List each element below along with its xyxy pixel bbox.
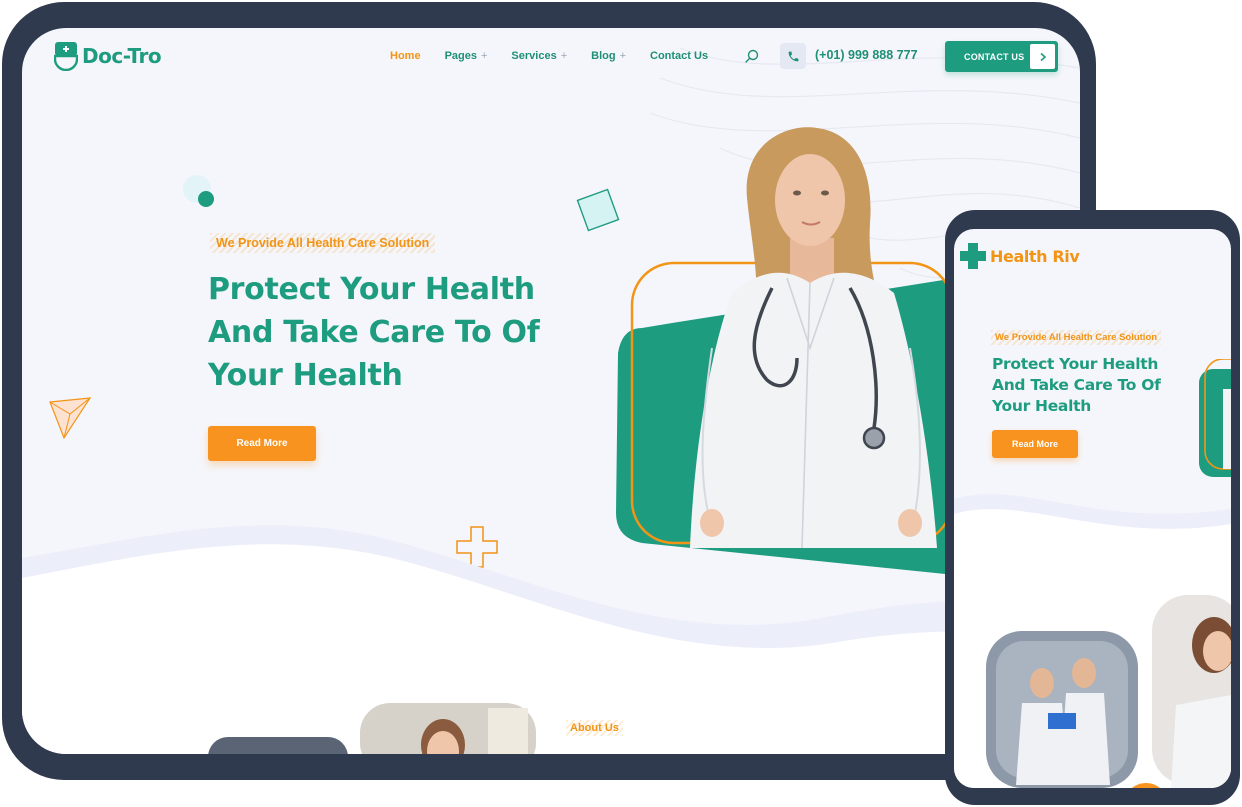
phone-icon-box <box>780 43 806 69</box>
logo-mark-icon <box>54 42 78 71</box>
tablet-screen: Doc-Tro Home Pages + Services + Blog + Cont… <box>22 28 1080 754</box>
triangle-decoration <box>49 397 92 440</box>
nav-blog-label: Blog <box>591 50 616 62</box>
nav-pages[interactable]: Pages + <box>445 50 488 62</box>
brand-logo[interactable]: Doc-Tro <box>54 41 162 71</box>
nav-contact-label: Contact Us <box>650 50 709 62</box>
phone-number[interactable]: (+01) 999 888 777 <box>815 48 918 62</box>
device-mockup-stage: Doc-Tro Home Pages + Services + Blog + Cont… <box>0 0 1242 807</box>
plus-icon: + <box>619 50 627 62</box>
main-nav: Home Pages + Services + Blog + Contact Us <box>390 50 732 62</box>
contact-us-button[interactable]: CONTACT US <box>945 41 1058 72</box>
phone-frame: Health Riv We Provide All Health Care So… <box>945 210 1240 805</box>
medical-cross-logo-icon <box>960 243 986 269</box>
wave-divider <box>22 525 1080 754</box>
phone-hero-tagline: We Provide All Health Care Solution <box>991 330 1162 345</box>
nav-services[interactable]: Services + <box>511 50 567 62</box>
nav-home[interactable]: Home <box>390 50 421 62</box>
nav-services-label: Services <box>511 50 557 62</box>
phone-hero-image-edge <box>1199 359 1231 477</box>
tablet-frame: Doc-Tro Home Pages + Services + Blog + Cont… <box>2 2 1096 780</box>
nav-contact-us[interactable]: Contact Us <box>650 50 708 62</box>
phone-icon <box>788 51 798 61</box>
about-us-label: About Us <box>566 720 623 736</box>
phone-about-images <box>986 595 1231 788</box>
hero-title: Protect Your Health And Take Care To Of … <box>208 272 540 393</box>
chevron-right-icon <box>1030 44 1055 69</box>
contact-us-button-label: CONTACT US <box>964 51 1025 62</box>
phone-read-more-button[interactable]: Read More <box>992 430 1078 458</box>
search-icon[interactable] <box>744 48 760 64</box>
nav-blog[interactable]: Blog + <box>591 50 626 62</box>
plus-icon: + <box>480 50 488 62</box>
about-images-preview <box>208 703 536 754</box>
hero-tagline: We Provide All Health Care Solution <box>210 233 436 253</box>
phone-brand-name: Health Riv <box>990 246 1080 266</box>
phone-screen: Health Riv We Provide All Health Care So… <box>954 229 1231 788</box>
plus-icon: + <box>560 50 568 62</box>
dot-decoration <box>183 175 214 207</box>
brand-name: Doc-Tro <box>82 44 162 68</box>
phone-hero-title: Protect Your Health And Take Care To Of … <box>992 355 1161 415</box>
nav-pages-label: Pages <box>444 50 477 62</box>
nav-home-label: Home <box>390 50 421 62</box>
read-more-button[interactable]: Read More <box>208 426 316 461</box>
phone-brand-logo[interactable]: Health Riv <box>958 241 1080 271</box>
